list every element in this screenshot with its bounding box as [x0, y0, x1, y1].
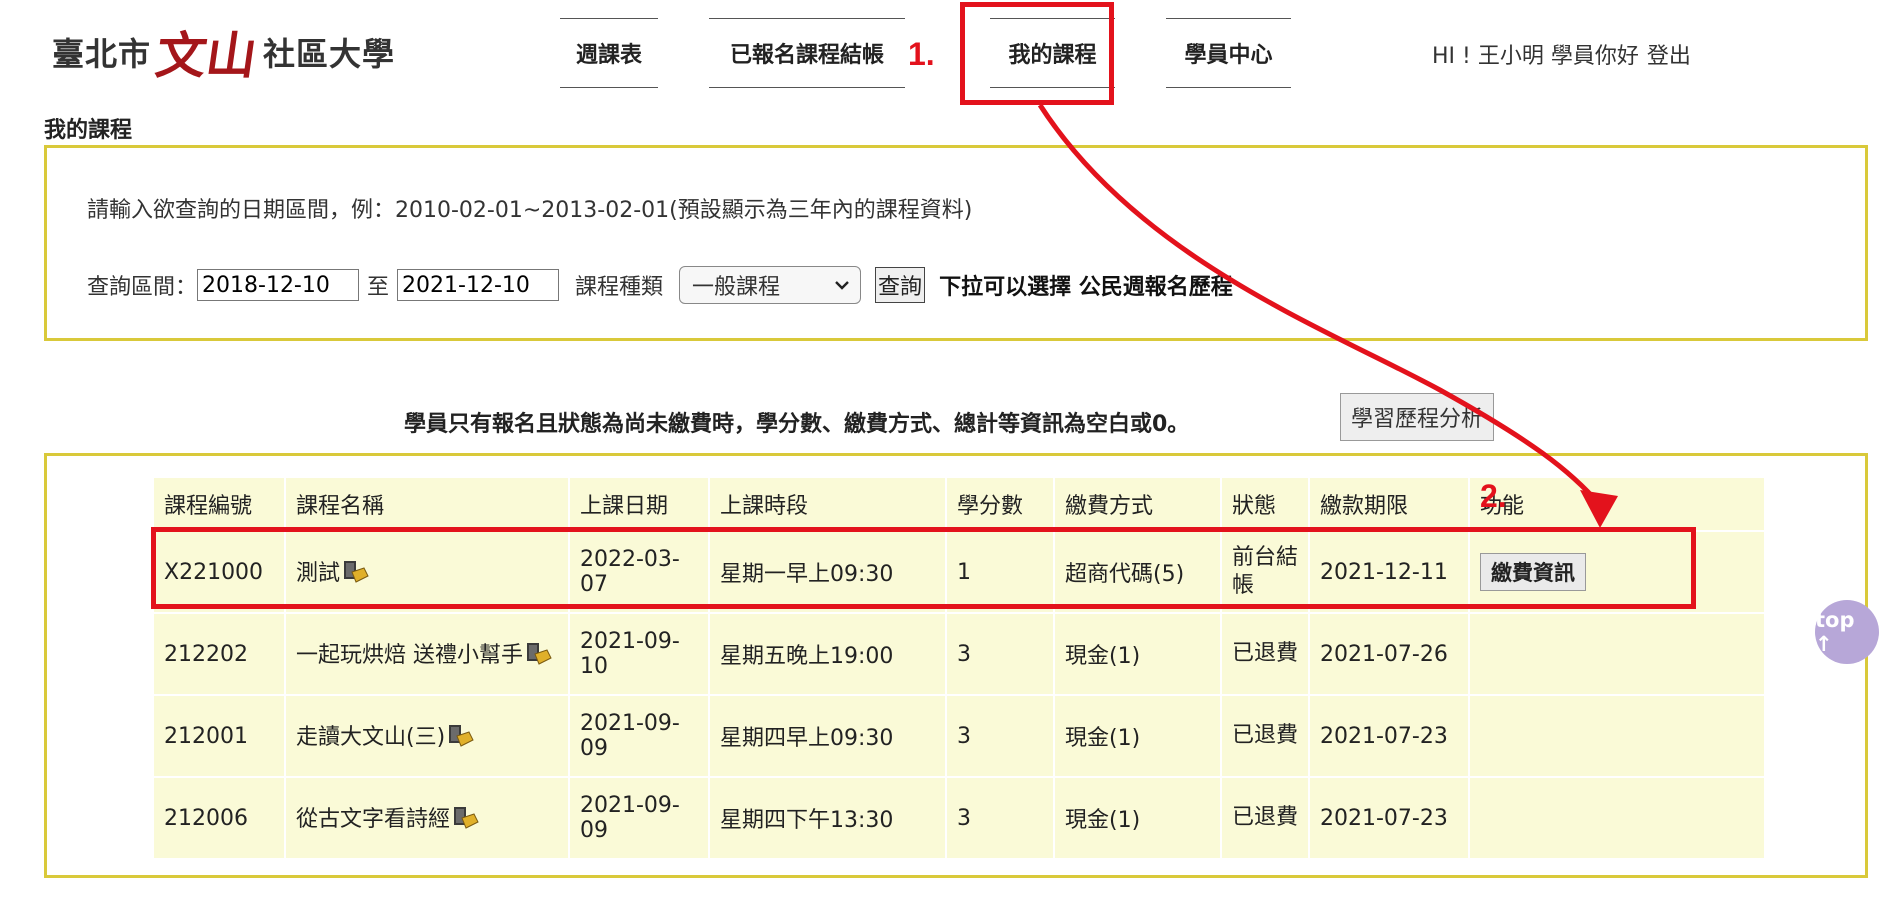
user-greeting: HI ! 王小明 學員你好: [1432, 44, 1639, 69]
highlight-box-course-row: [151, 527, 1696, 609]
page-title: 我的課程: [44, 118, 133, 143]
course-payment: 現金(1): [1065, 808, 1141, 833]
course-id: 212001: [164, 723, 248, 749]
course-name-link[interactable]: 走讀大文山(三): [296, 725, 445, 750]
back-to-top-button[interactable]: top ↑: [1815, 600, 1879, 664]
course-detail-icon[interactable]: [525, 640, 553, 672]
course-status: 已退費: [1232, 805, 1299, 830]
range-label: 查詢區間：: [87, 275, 198, 300]
course-detail-icon[interactable]: [452, 804, 480, 836]
step-1-label: 1.: [908, 36, 935, 72]
logo-text-college: 社區大學: [263, 35, 396, 73]
highlight-box-my-courses: [960, 2, 1114, 105]
course-credits: 3: [957, 723, 971, 749]
course-payment: 現金(1): [1065, 726, 1141, 751]
course-date: 2021-09-10: [580, 629, 680, 679]
course-time-cell: 星期四早上09:30: [709, 694, 947, 777]
course-status-cell: 已退費: [1221, 612, 1310, 695]
chevron-down-icon: [835, 281, 849, 290]
course-action-cell: [1469, 694, 1764, 777]
course-name-link[interactable]: 從古文字看詩經: [296, 807, 450, 832]
col-header-time: 上課時段: [709, 478, 947, 531]
course-name-cell: 一起玩烘焙 送禮小幫手: [285, 612, 570, 695]
course-time: 星期四早上09:30: [720, 726, 894, 751]
col-header-credits: 學分數: [946, 478, 1055, 531]
course-id-cell: 212001: [154, 694, 286, 777]
course-deadline: 2021-07-23: [1320, 805, 1448, 831]
col-header-status: 狀態: [1221, 478, 1310, 531]
course-time: 星期四下午13:30: [720, 808, 894, 833]
course-credits-cell: 3: [946, 694, 1055, 777]
course-action-cell: [1469, 612, 1764, 695]
course-type-label: 課程種類: [575, 275, 664, 300]
course-name-cell: 走讀大文山(三): [285, 694, 570, 777]
col-header-action: 功能: [1480, 494, 1525, 519]
course-payment: 現金(1): [1065, 644, 1141, 669]
search-hint: 請輸入欲查詢的日期區間，例：2010-02-01~2013-02-01(預設顯示…: [87, 198, 973, 223]
course-time: 星期五晚上19:00: [720, 644, 894, 669]
course-deadline-cell: 2021-07-26: [1309, 612, 1470, 695]
course-name-cell: 從古文字看詩經: [285, 776, 570, 858]
course-credits-cell: 3: [946, 776, 1055, 858]
logo-text-wenshan: 文山: [152, 26, 261, 85]
course-date-cell: 2021-09-09: [569, 776, 710, 858]
learning-analysis-button[interactable]: 學習歷程分析: [1340, 393, 1495, 441]
course-payment-cell: 現金(1): [1054, 776, 1222, 858]
course-type-select[interactable]: 一般課程: [679, 266, 862, 304]
col-header-name: 課程名稱: [285, 478, 570, 531]
course-deadline-cell: 2021-07-23: [1309, 694, 1470, 777]
course-time-cell: 星期五晚上19:00: [709, 612, 947, 695]
nav-weekly-schedule[interactable]: 週課表: [560, 18, 658, 88]
nav-registered-checkout[interactable]: 已報名課程結帳: [709, 18, 905, 88]
course-type-value: 一般課程: [692, 275, 781, 300]
course-status: 已退費: [1232, 723, 1299, 748]
course-id: 212006: [164, 805, 248, 831]
course-date: 2021-09-09: [580, 711, 680, 761]
course-date: 2021-09-09: [580, 793, 680, 843]
notice-text: 學員只有報名且狀態為尚未繳費時，學分數、繳費方式、總計等資訊為空白或0。: [404, 412, 1190, 437]
course-credits: 3: [957, 805, 971, 831]
course-status: 已退費: [1232, 641, 1299, 666]
course-id: 212202: [164, 641, 248, 667]
logout-link[interactable]: 登出: [1647, 38, 1691, 70]
table-row: 212202 一起玩烘焙 送禮小幫手 2021-09-10 星期五晚上19:00 3 現金…: [154, 612, 1764, 695]
search-row: 查詢區間： 至 課程種類 一般課程 查詢 下拉可以選擇 公民週報名歷程: [87, 266, 1233, 304]
course-id-cell: 212006: [154, 776, 286, 858]
course-deadline-cell: 2021-07-23: [1309, 776, 1470, 858]
start-date-input[interactable]: [197, 269, 360, 301]
course-deadline: 2021-07-23: [1320, 723, 1448, 749]
logo-text-city: 臺北市: [52, 35, 152, 73]
table-header-row: 課程編號 課程名稱 上課日期 上課時段 學分數 繳費方式 狀態 繳款期限 功能: [154, 478, 1764, 531]
table-row: 212001 走讀大文山(三) 2021-09-09 星期四早上09:30 3 現金(1)…: [154, 694, 1764, 777]
course-credits: 3: [957, 641, 971, 667]
user-greeting-area: HI ! 王小明 學員你好 登出: [1432, 38, 1691, 70]
course-id-cell: 212202: [154, 612, 286, 695]
course-date-cell: 2021-09-09: [569, 694, 710, 777]
col-header-payment: 繳費方式: [1054, 478, 1222, 531]
search-panel: 請輸入欲查詢的日期區間，例：2010-02-01~2013-02-01(預設顯示…: [44, 145, 1868, 341]
courses-panel: 課程編號 課程名稱 上課日期 上課時段 學分數 繳費方式 狀態 繳款期限 功能 …: [44, 453, 1868, 878]
query-button[interactable]: 查詢: [875, 267, 926, 303]
course-name-link[interactable]: 一起玩烘焙 送禮小幫手: [296, 643, 523, 668]
site-logo[interactable]: 臺北市 文山 社區大學: [52, 12, 395, 92]
end-date-input[interactable]: [397, 269, 560, 301]
to-label: 至: [367, 275, 390, 300]
select-note: 下拉可以選擇 公民週報名歷程: [939, 275, 1233, 300]
course-payment-cell: 現金(1): [1054, 612, 1222, 695]
course-action-cell: [1469, 776, 1764, 858]
col-header-deadline: 繳款期限: [1309, 478, 1470, 531]
table-row: 212006 從古文字看詩經 2021-09-09 星期四下午13:30 3 現金(1) 已…: [154, 776, 1764, 858]
course-date-cell: 2021-09-10: [569, 612, 710, 695]
col-header-id: 課程編號: [154, 478, 286, 531]
course-status-cell: 已退費: [1221, 694, 1310, 777]
course-credits-cell: 3: [946, 612, 1055, 695]
col-header-date: 上課日期: [569, 478, 710, 531]
step-2-label: 2.: [1480, 478, 1507, 514]
course-status-cell: 已退費: [1221, 776, 1310, 858]
course-deadline: 2021-07-26: [1320, 641, 1448, 667]
course-detail-icon[interactable]: [447, 722, 475, 754]
course-time-cell: 星期四下午13:30: [709, 776, 947, 858]
course-payment-cell: 現金(1): [1054, 694, 1222, 777]
nav-student-center[interactable]: 學員中心: [1166, 18, 1291, 88]
